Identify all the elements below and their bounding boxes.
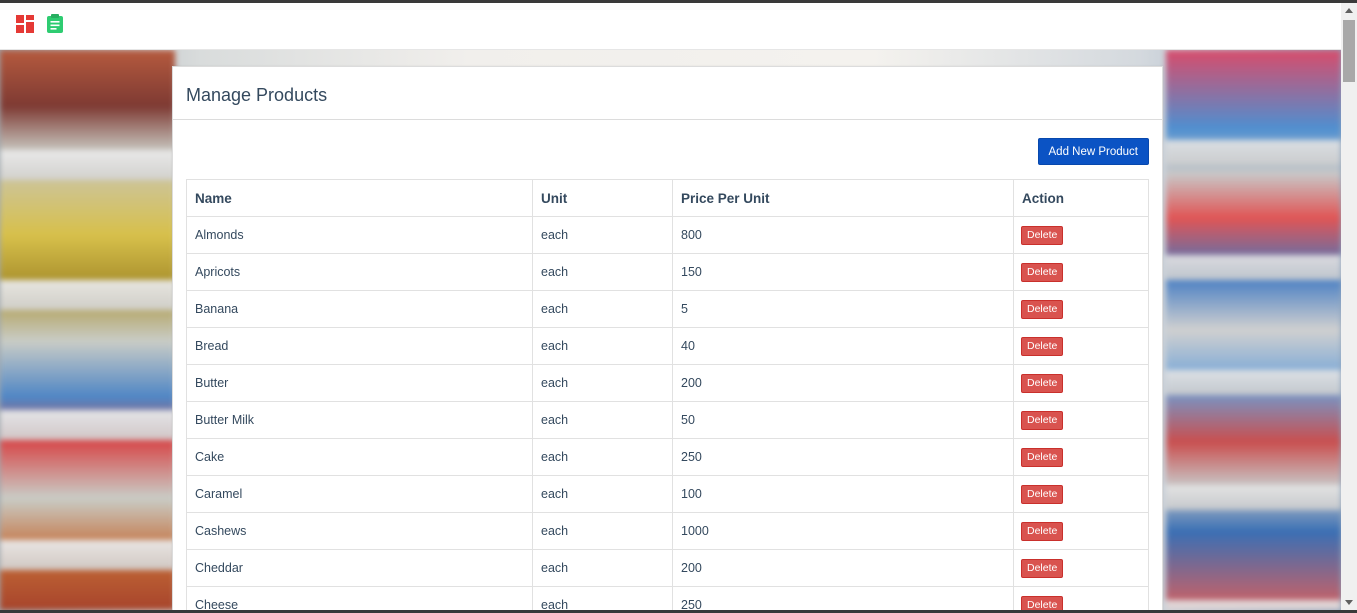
product-price-cell: 50 bbox=[672, 401, 1014, 439]
product-price-cell: 100 bbox=[672, 475, 1014, 513]
product-unit-cell: each bbox=[532, 401, 673, 439]
product-action-cell: Delete bbox=[1013, 475, 1149, 513]
clipboard-icon[interactable] bbox=[46, 13, 64, 34]
delete-product-button[interactable]: Delete bbox=[1021, 410, 1064, 430]
scrollbar-thumb[interactable] bbox=[1343, 20, 1355, 82]
product-name-cell: Apricots bbox=[186, 253, 533, 291]
table-row: Cashews each 1000 Delete bbox=[186, 512, 1149, 550]
product-action-cell: Delete bbox=[1013, 327, 1149, 365]
panel-toolbar: Add New Product bbox=[173, 120, 1162, 179]
column-header-action: Action bbox=[1013, 179, 1149, 217]
product-unit-cell: each bbox=[532, 438, 673, 476]
product-name-cell: Cashews bbox=[186, 512, 533, 550]
table-row: Apricots each 150 Delete bbox=[186, 253, 1149, 291]
product-unit-cell: each bbox=[532, 364, 673, 402]
product-price-cell: 250 bbox=[672, 438, 1014, 476]
product-action-cell: Delete bbox=[1013, 401, 1149, 439]
shelf-right-image bbox=[1166, 50, 1341, 610]
table-header-row: Name Unit Price Per Unit Action bbox=[186, 179, 1149, 217]
products-table: Name Unit Price Per Unit Action Almonds e… bbox=[186, 179, 1149, 610]
delete-product-button[interactable]: Delete bbox=[1021, 373, 1064, 393]
product-price-cell: 40 bbox=[672, 327, 1014, 365]
product-price-cell: 200 bbox=[672, 364, 1014, 402]
top-navbar bbox=[0, 3, 1341, 50]
product-price-cell: 1000 bbox=[672, 512, 1014, 550]
product-action-cell: Delete bbox=[1013, 512, 1149, 550]
panel-header: Manage Products bbox=[173, 67, 1162, 120]
scroll-up-arrow-icon[interactable] bbox=[1345, 8, 1353, 13]
products-table-body: Almonds each 800 Delete Apricots each 150 Delet… bbox=[186, 216, 1149, 610]
product-price-cell: 250 bbox=[672, 586, 1014, 610]
product-unit-cell: each bbox=[532, 216, 673, 254]
delete-product-button[interactable]: Delete bbox=[1021, 299, 1064, 319]
product-action-cell: Delete bbox=[1013, 290, 1149, 328]
delete-product-button[interactable]: Delete bbox=[1021, 484, 1064, 504]
vertical-scrollbar[interactable] bbox=[1341, 3, 1357, 610]
product-price-cell: 5 bbox=[672, 290, 1014, 328]
table-row: Bread each 40 Delete bbox=[186, 327, 1149, 365]
product-unit-cell: each bbox=[532, 586, 673, 610]
product-unit-cell: each bbox=[532, 327, 673, 365]
table-row: Almonds each 800 Delete bbox=[186, 216, 1149, 254]
product-name-cell: Banana bbox=[186, 290, 533, 328]
delete-product-button[interactable]: Delete bbox=[1021, 558, 1064, 578]
product-unit-cell: each bbox=[532, 290, 673, 328]
table-row: Cake each 250 Delete bbox=[186, 438, 1149, 476]
table-row: Cheese each 250 Delete bbox=[186, 586, 1149, 610]
scroll-down-arrow-icon[interactable] bbox=[1345, 600, 1353, 605]
table-row: Butter Milk each 50 Delete bbox=[186, 401, 1149, 439]
product-unit-cell: each bbox=[532, 475, 673, 513]
delete-product-button[interactable]: Delete bbox=[1021, 447, 1064, 467]
product-name-cell: Caramel bbox=[186, 475, 533, 513]
product-price-cell: 200 bbox=[672, 549, 1014, 587]
column-header-unit: Unit bbox=[532, 179, 673, 217]
column-header-name: Name bbox=[186, 179, 533, 217]
app-window: Manage Products Add New Product Name Uni… bbox=[0, 3, 1341, 610]
delete-product-button[interactable]: Delete bbox=[1021, 521, 1064, 541]
product-unit-cell: each bbox=[532, 549, 673, 587]
delete-product-button[interactable]: Delete bbox=[1021, 225, 1064, 245]
product-name-cell: Cheddar bbox=[186, 549, 533, 587]
table-row: Caramel each 100 Delete bbox=[186, 475, 1149, 513]
product-action-cell: Delete bbox=[1013, 549, 1149, 587]
product-name-cell: Butter Milk bbox=[186, 401, 533, 439]
delete-product-button[interactable]: Delete bbox=[1021, 595, 1064, 610]
product-name-cell: Almonds bbox=[186, 216, 533, 254]
product-name-cell: Cheese bbox=[186, 586, 533, 610]
column-header-price: Price Per Unit bbox=[672, 179, 1014, 217]
manage-products-panel: Manage Products Add New Product Name Uni… bbox=[172, 66, 1163, 610]
delete-product-button[interactable]: Delete bbox=[1021, 336, 1064, 356]
product-unit-cell: each bbox=[532, 512, 673, 550]
product-action-cell: Delete bbox=[1013, 216, 1149, 254]
table-row: Cheddar each 200 Delete bbox=[186, 549, 1149, 587]
table-row: Banana each 5 Delete bbox=[186, 290, 1149, 328]
table-row: Butter each 200 Delete bbox=[186, 364, 1149, 402]
product-action-cell: Delete bbox=[1013, 586, 1149, 610]
product-price-cell: 150 bbox=[672, 253, 1014, 291]
delete-product-button[interactable]: Delete bbox=[1021, 262, 1064, 282]
add-new-product-button[interactable]: Add New Product bbox=[1037, 138, 1149, 165]
product-name-cell: Bread bbox=[186, 327, 533, 365]
shelf-left-image bbox=[0, 50, 175, 610]
product-action-cell: Delete bbox=[1013, 364, 1149, 402]
product-action-cell: Delete bbox=[1013, 438, 1149, 476]
dashboard-grid-icon[interactable] bbox=[16, 15, 34, 33]
product-name-cell: Butter bbox=[186, 364, 533, 402]
product-name-cell: Cake bbox=[186, 438, 533, 476]
page-title: Manage Products bbox=[186, 85, 328, 105]
product-action-cell: Delete bbox=[1013, 253, 1149, 291]
product-price-cell: 800 bbox=[672, 216, 1014, 254]
product-unit-cell: each bbox=[532, 253, 673, 291]
